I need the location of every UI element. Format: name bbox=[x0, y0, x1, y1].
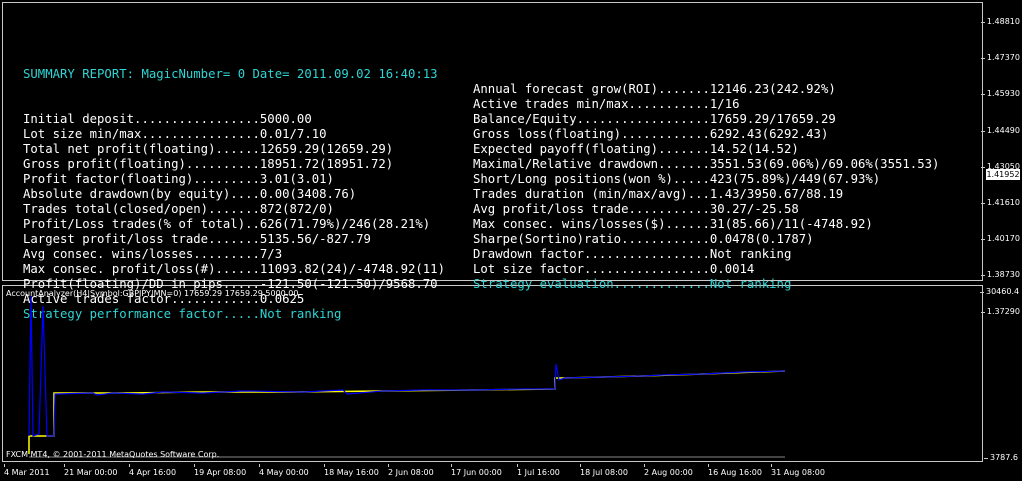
time-tick: 2 Aug 00:00 bbox=[644, 464, 693, 477]
right-line: Annual forecast grow(ROI).......12146.23… bbox=[473, 82, 836, 96]
right-line: Drawdown factor.................Not rank… bbox=[473, 247, 792, 261]
time-tick: 19 Apr 08:00 bbox=[194, 464, 247, 477]
right-line: Avg profit/loss trade...........30.27/-2… bbox=[473, 202, 799, 216]
price-tick: 1.38730 bbox=[980, 270, 1020, 280]
time-tick: 2 Jun 08:00 bbox=[388, 464, 434, 477]
left-line: Largest profit/loss trade.......5135.56/… bbox=[23, 232, 371, 246]
left-line: Profit factor(floating).........3.01(3.0… bbox=[23, 172, 334, 186]
indicator-scale-bottom: 3787.6 bbox=[984, 453, 1018, 462]
price-tick: 1.47370 bbox=[980, 53, 1020, 63]
right-line: Lot size factor.................0.0014 bbox=[473, 262, 755, 276]
copyright-text: FXCM MT4, © 2001-2011 MetaQuotes Softwar… bbox=[6, 450, 220, 459]
time-tick: 17 Jun 00:00 bbox=[451, 464, 502, 477]
price-tick: 1.44490 bbox=[980, 125, 1020, 135]
report-right-column: Annual forecast grow(ROI).......12146.23… bbox=[473, 82, 939, 292]
balance-line bbox=[28, 370, 786, 454]
report-title: SUMMARY REPORT: MagicNumber= 0 Date= 201… bbox=[23, 67, 438, 81]
left-line: Gross profit(floating)..........18951.72… bbox=[23, 157, 394, 171]
time-tick: 1 Jul 16:00 bbox=[517, 464, 560, 477]
price-tick: 1.40170 bbox=[980, 234, 1020, 244]
right-line: Balance/Equity..................17659.29… bbox=[473, 112, 836, 126]
time-tick: 4 May 00:00 bbox=[259, 464, 309, 477]
left-line: Total net profit(floating)......12659.29… bbox=[23, 142, 394, 156]
price-scale[interactable]: 1.48810 1.47370 1.45930 1.44490 1.43050 1.416… bbox=[980, 0, 1022, 481]
current-price-label: 1.41952 bbox=[986, 169, 1020, 180]
price-tick: 1.48810 bbox=[980, 17, 1020, 26]
right-line: Sharpe(Sortino)ratio............0.0478(0… bbox=[473, 232, 814, 246]
right-line: Trades duration (min/max/avg)...1.43/395… bbox=[473, 187, 844, 201]
time-tick: 18 May 16:00 bbox=[324, 464, 379, 477]
left-line: Max consec. profit/loss(#)......11093.82… bbox=[23, 262, 445, 276]
right-line: Active trades min/max...........1/16 bbox=[473, 97, 740, 111]
time-tick: 4 Apr 16:00 bbox=[129, 464, 177, 477]
right-line: Max consec. wins/losses($)......31(85.66… bbox=[473, 217, 873, 231]
report-right-column-wrap: Annual forecast grow(ROI).......12146.23… bbox=[473, 52, 939, 307]
price-tick: 1.45930 bbox=[980, 89, 1020, 99]
time-axis[interactable]: 4 Mar 2011 21 Mar 00:00 4 Apr 16:00 19 Apr … bbox=[0, 464, 983, 481]
time-tick: 4 Mar 2011 bbox=[4, 464, 50, 477]
price-tick: 1.37290 bbox=[980, 306, 1020, 316]
time-tick: 18 Jul 08:00 bbox=[580, 464, 628, 477]
time-tick: 16 Aug 16:00 bbox=[708, 464, 762, 477]
left-line: Avg consec. wins/losses.........7/3 bbox=[23, 247, 283, 261]
indicator-scale-top: 30460.4 bbox=[979, 287, 1020, 296]
right-line: Expected payoff(floating).......14.52(14… bbox=[473, 142, 799, 156]
right-line: Gross loss(floating)............6292.43(… bbox=[473, 127, 829, 141]
equity-line bbox=[28, 295, 786, 437]
left-line: Profit/Loss trades(% of total)..626(71.7… bbox=[23, 217, 431, 231]
time-tick: 21 Mar 00:00 bbox=[64, 464, 118, 477]
left-line: Lot size min/max................0.01/7.1… bbox=[23, 127, 327, 141]
price-tick: 1.41610 bbox=[980, 198, 1020, 207]
right-line: Maximal/Relative drawdown.......3551.53(… bbox=[473, 157, 940, 171]
equity-balance-chart bbox=[28, 295, 786, 458]
right-line: Short/Long positions(won %).....423(75.8… bbox=[473, 172, 881, 186]
left-line: Initial deposit.................5000.00 bbox=[23, 112, 312, 126]
left-line: Absolute drawdown(by equity)....0.00(340… bbox=[23, 187, 357, 201]
left-line: Trades total(closed/open).......872(872/… bbox=[23, 202, 334, 216]
time-tick: 31 Aug 08:00 bbox=[771, 464, 825, 477]
